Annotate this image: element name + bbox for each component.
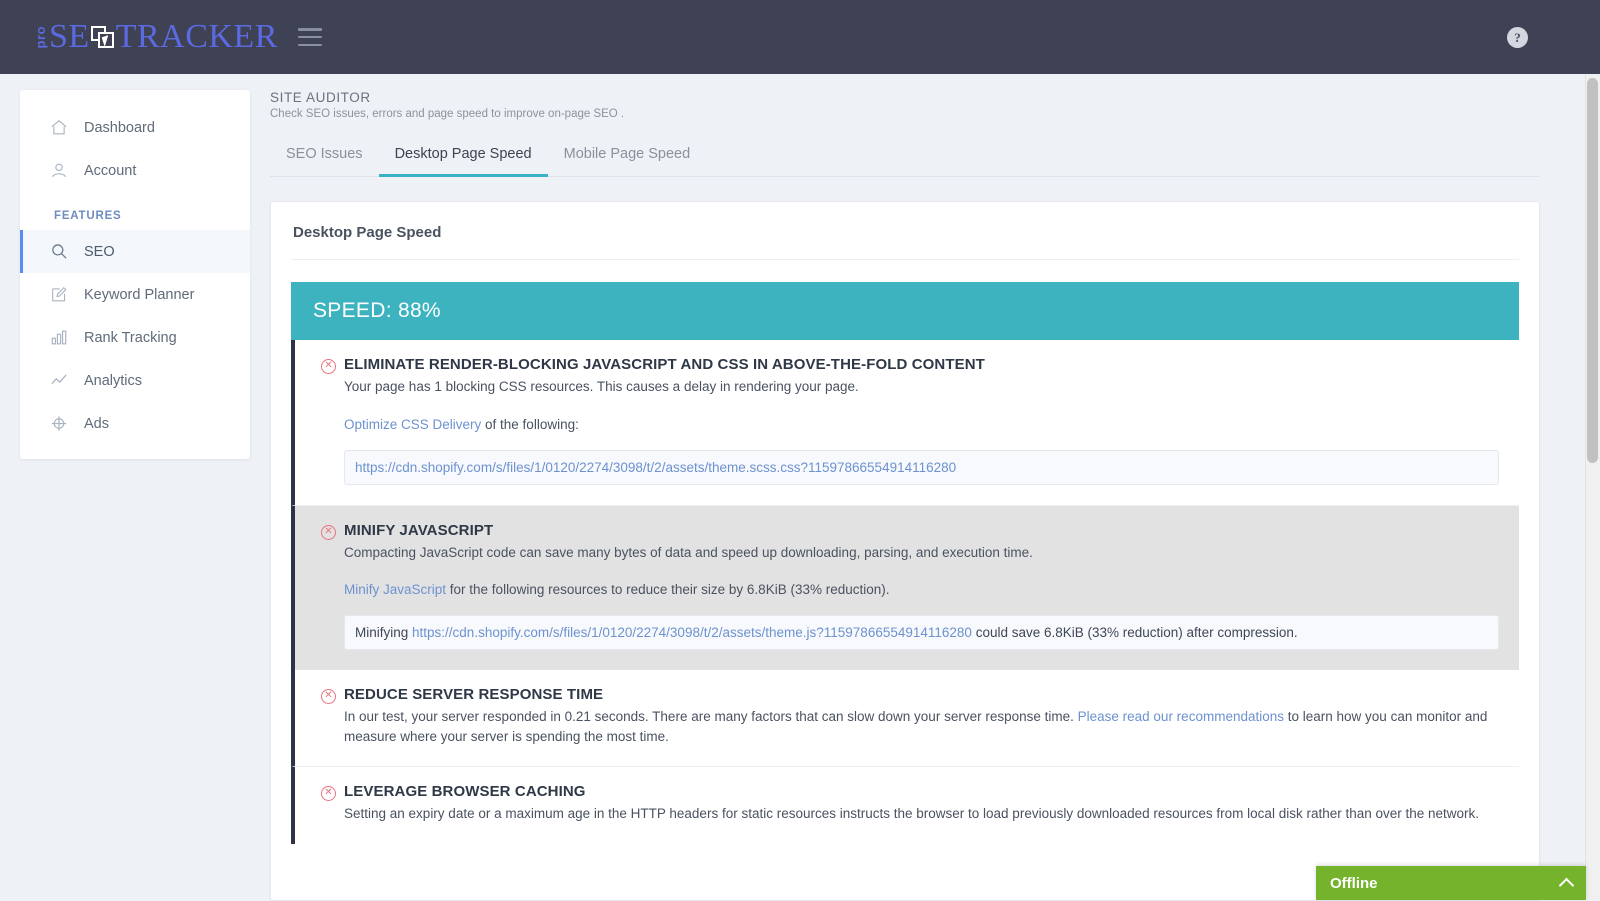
search-icon bbox=[49, 241, 75, 263]
card-title: Desktop Page Speed bbox=[291, 224, 1519, 260]
issue-title: LEVERAGE BROWSER CACHING bbox=[344, 783, 586, 801]
issue-row: ✕ MINIFY JAVASCRIPT Compacting JavaScrip… bbox=[291, 506, 1519, 671]
issue-row: ✕ LEVERAGE BROWSER CACHING Setting an ex… bbox=[291, 767, 1519, 844]
resource-url-box[interactable]: https://cdn.shopify.com/s/files/1/0120/2… bbox=[344, 450, 1499, 485]
error-circle-icon: ✕ bbox=[321, 786, 336, 801]
issue-description: Setting an expiry date or a maximum age … bbox=[321, 804, 1499, 824]
app-logo[interactable]: pro SE TRACKER bbox=[34, 20, 278, 54]
issue-row: ✕ REDUCE SERVER RESPONSE TIME In our tes… bbox=[291, 670, 1519, 767]
sidebar-item-ads[interactable]: Ads bbox=[20, 402, 250, 445]
sidebar-item-seo[interactable]: SEO bbox=[20, 230, 250, 273]
sidebar-item-label: Dashboard bbox=[84, 120, 155, 136]
pencil-square-icon bbox=[49, 284, 75, 306]
issue-row: ✕ ELIMINATE RENDER-BLOCKING JAVASCRIPT A… bbox=[291, 340, 1519, 506]
issue-title: REDUCE SERVER RESPONSE TIME bbox=[344, 686, 603, 704]
user-icon bbox=[49, 160, 75, 182]
error-circle-icon: ✕ bbox=[321, 525, 336, 540]
optimize-css-delivery-link[interactable]: Optimize CSS Delivery bbox=[344, 417, 481, 432]
issue-action-rest: of the following: bbox=[481, 417, 579, 432]
chevron-up-icon[interactable] bbox=[1559, 877, 1575, 893]
sidebar-item-label: Account bbox=[84, 163, 136, 179]
sidebar-item-analytics[interactable]: Analytics bbox=[20, 359, 250, 402]
error-circle-icon: ✕ bbox=[321, 359, 336, 374]
issue-description: Your page has 1 blocking CSS resources. … bbox=[321, 377, 1499, 397]
main-content: SITE AUDITOR Check SEO issues, errors an… bbox=[270, 90, 1540, 901]
sidebar-item-label: Ads bbox=[84, 416, 109, 432]
resource-url-link[interactable]: https://cdn.shopify.com/s/files/1/0120/2… bbox=[412, 625, 972, 640]
sidebar-item-account[interactable]: Account bbox=[20, 149, 250, 192]
sidebar-item-keyword-planner[interactable]: Keyword Planner bbox=[20, 273, 250, 316]
tab-bar: SEO Issues Desktop Page Speed Mobile Pag… bbox=[270, 136, 1540, 177]
bar-chart-icon bbox=[49, 327, 75, 349]
page-scrollbar-thumb[interactable] bbox=[1587, 78, 1598, 463]
issue-action: Optimize CSS Delivery of the following: bbox=[321, 417, 1499, 432]
sidebar-section-features: FEATURES bbox=[20, 192, 250, 230]
logo-tracker-text: TRACKER bbox=[116, 20, 278, 54]
page-title: SITE AUDITOR bbox=[270, 90, 1540, 105]
chat-offline-widget[interactable]: Offline bbox=[1316, 866, 1586, 900]
issue-title: ELIMINATE RENDER-BLOCKING JAVASCRIPT AND… bbox=[344, 356, 985, 374]
resource-url-box[interactable]: Minifying https://cdn.shopify.com/s/file… bbox=[344, 615, 1499, 650]
sidebar-item-rank-tracking[interactable]: Rank Tracking bbox=[20, 316, 250, 359]
tab-desktop-page-speed[interactable]: Desktop Page Speed bbox=[379, 136, 548, 177]
speed-score-banner: SPEED: 88% bbox=[291, 282, 1519, 340]
minify-javascript-link[interactable]: Minify JavaScript bbox=[344, 582, 446, 597]
recommendations-link[interactable]: Please read our recommendations bbox=[1078, 709, 1284, 724]
resource-url-link[interactable]: https://cdn.shopify.com/s/files/1/0120/2… bbox=[355, 460, 956, 475]
help-icon[interactable]: ? bbox=[1507, 27, 1528, 48]
chat-status-label: Offline bbox=[1330, 875, 1378, 892]
sidebar-item-label: Rank Tracking bbox=[84, 330, 177, 346]
issue-description: In our test, your server responded in 0.… bbox=[321, 707, 1499, 746]
line-chart-icon bbox=[49, 370, 75, 392]
tab-mobile-page-speed[interactable]: Mobile Page Speed bbox=[548, 136, 707, 177]
sidebar-item-label: Keyword Planner bbox=[84, 287, 194, 303]
description-before: In our test, your server responded in 0.… bbox=[344, 709, 1078, 724]
sidebar-item-dashboard[interactable]: Dashboard bbox=[20, 106, 250, 149]
results-card: Desktop Page Speed SPEED: 88% ✕ ELIMINAT… bbox=[270, 201, 1540, 901]
issue-title: MINIFY JAVASCRIPT bbox=[344, 522, 493, 540]
issue-description: Compacting JavaScript code can save many… bbox=[321, 543, 1499, 563]
target-icon bbox=[49, 413, 75, 435]
hamburger-icon[interactable] bbox=[298, 28, 322, 46]
tab-seo-issues[interactable]: SEO Issues bbox=[270, 136, 379, 177]
top-bar: pro SE TRACKER ? bbox=[0, 0, 1600, 74]
sidebar-item-label: Analytics bbox=[84, 373, 142, 389]
code-prefix: Minifying bbox=[355, 625, 412, 640]
sidebar-item-label: SEO bbox=[84, 244, 115, 260]
home-icon bbox=[49, 117, 75, 139]
logo-pro-text: pro bbox=[34, 26, 47, 48]
logo-seo-text: SE bbox=[49, 20, 90, 54]
issue-action-rest: for the following resources to reduce th… bbox=[446, 582, 889, 597]
window-cursor-icon bbox=[91, 26, 115, 49]
issue-action: Minify JavaScript for the following reso… bbox=[321, 582, 1499, 597]
code-suffix: could save 6.8KiB (33% reduction) after … bbox=[972, 625, 1298, 640]
sidebar: Dashboard Account FEATURES SEO Keyword P… bbox=[20, 90, 250, 459]
error-circle-icon: ✕ bbox=[321, 689, 336, 704]
page-subtitle: Check SEO issues, errors and page speed … bbox=[270, 108, 1540, 120]
